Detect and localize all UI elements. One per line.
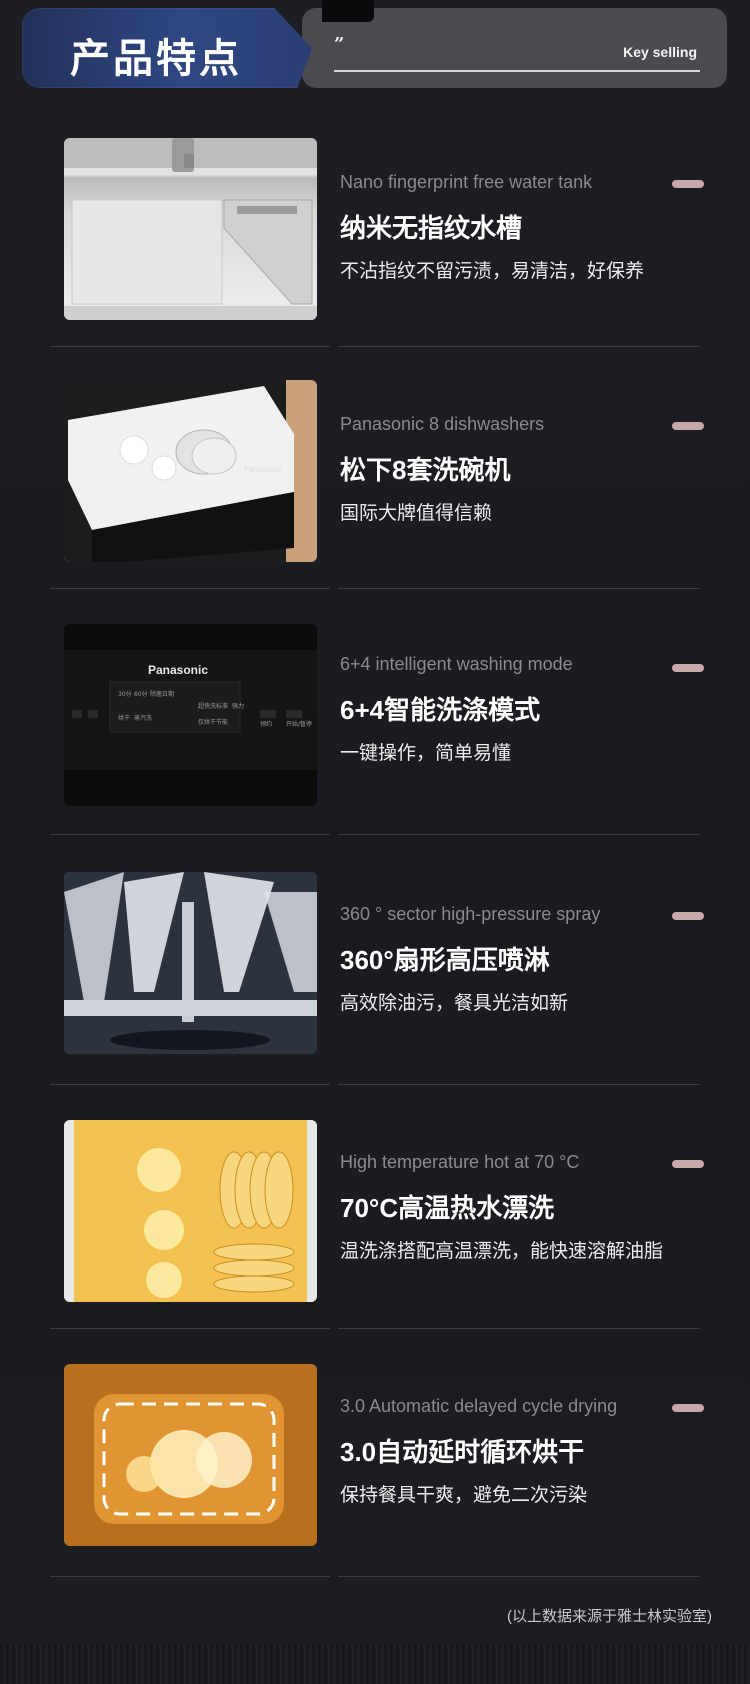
brand-label: Panasonic (148, 663, 208, 677)
accent-pill (672, 1404, 704, 1412)
feature-en-title: High temperature hot at 70 °C (340, 1152, 580, 1172)
section-title-badge: 产品特点 (22, 8, 312, 88)
top-product-edge (322, 0, 374, 22)
svg-text:除菌日期: 除菌日期 (150, 690, 174, 698)
divider (50, 1576, 330, 1577)
feature-en-title: Nano fingerprint free water tank (340, 172, 593, 192)
divider (338, 588, 700, 589)
divider (50, 1328, 330, 1329)
svg-text:蒸汽洗: 蒸汽洗 (134, 714, 152, 722)
hot-rinse-image (64, 1120, 317, 1302)
svg-text:烘干: 烘干 (118, 714, 130, 722)
feature-en-title: 360 ° sector high-pressure spray (340, 904, 601, 924)
divider (50, 1084, 330, 1085)
accent-pill (672, 180, 704, 188)
feature-cn-title: 松下8套洗碗机 (340, 455, 511, 485)
feature-row: 3.0 Automatic delayed cycle drying 3.0自动… (0, 1364, 750, 1604)
feature-en-title: 6+4 intelligent washing mode (340, 654, 573, 674)
section-title: 产品特点 (70, 37, 242, 81)
divider (338, 1576, 700, 1577)
page: ” Key selling 产品特点 Nano fingerprint free… (0, 0, 750, 1684)
feature-cn-title: 70°C高温热水漂洗 (340, 1193, 555, 1223)
divider (338, 1084, 700, 1085)
feature-description: 国际大牌值得信赖 (340, 503, 493, 524)
feature-description: 温洗涤搭配高温漂洗，能快速溶解油脂 (340, 1241, 664, 1262)
feature-cn-title: 360°扇形高压喷淋 (340, 945, 550, 975)
feature-row: Nano fingerprint free water tank 纳米无指纹水槽… (0, 138, 750, 378)
feature-description: 保持餐具干爽，避免二次污染 (340, 1485, 588, 1506)
quote-mark: ” (334, 34, 345, 55)
svg-text:节能: 节能 (216, 718, 228, 726)
feature-cn-title: 纳米无指纹水槽 (340, 213, 523, 243)
feature-cn-title: 6+4智能洗涤模式 (340, 695, 541, 725)
divider (338, 834, 700, 835)
accent-pill (672, 1160, 704, 1168)
svg-text:强力: 强力 (232, 702, 244, 710)
divider (50, 588, 330, 589)
feature-row: High temperature hot at 70 °C 70°C高温热水漂洗… (0, 1120, 750, 1360)
svg-text:仅烘干: 仅烘干 (198, 718, 216, 726)
sink-image (64, 138, 317, 320)
accent-pill (672, 422, 704, 430)
feature-description: 一键操作，简单易懂 (340, 743, 512, 764)
divider (338, 346, 700, 347)
feature-cn-title: 3.0自动延时循环烘干 (340, 1437, 585, 1467)
feature-en-title: Panasonic 8 dishwashers (340, 414, 545, 434)
svg-text:预约: 预约 (260, 720, 272, 728)
feature-description: 高效除油污，餐具光洁如新 (340, 993, 569, 1014)
feature-row: Panasonic Panasonic 8 dishwashers 松下8套洗碗… (0, 380, 750, 620)
brand-label: Panasonic (244, 465, 281, 474)
svg-text:开始/暂停: 开始/暂停 (286, 720, 312, 728)
drying-image (64, 1364, 317, 1546)
feature-en-title: 3.0 Automatic delayed cycle drying (340, 1396, 618, 1416)
svg-text:标准: 标准 (216, 702, 228, 710)
svg-text:60分: 60分 (134, 690, 148, 698)
divider (338, 1328, 700, 1329)
divider (50, 346, 330, 347)
feature-description: 不沾指纹不留污渍，易清洁，好保养 (340, 261, 645, 282)
feature-row: Panasonic 30分 60分 除菌日期 超快洗 标准 强力 烘干 蒸汽洗 … (0, 624, 750, 864)
divider (50, 834, 330, 835)
dishwasher-image: Panasonic (64, 380, 317, 562)
svg-text:超快洗: 超快洗 (198, 702, 216, 710)
banner-underline (334, 70, 700, 72)
svg-text:30分: 30分 (118, 690, 132, 698)
spray-image (64, 872, 317, 1054)
feature-row: 360 ° sector high-pressure spray 360°扇形高… (0, 872, 750, 1112)
bottom-texture (0, 1644, 750, 1684)
accent-pill (672, 664, 704, 672)
accent-pill (672, 912, 704, 920)
data-source-footnote: (以上数据来源于雅士林实验室) (507, 1608, 712, 1625)
control-panel-image: Panasonic 30分 60分 除菌日期 超快洗 标准 强力 烘干 蒸汽洗 … (64, 624, 317, 806)
key-selling-label: Key selling (623, 44, 697, 60)
